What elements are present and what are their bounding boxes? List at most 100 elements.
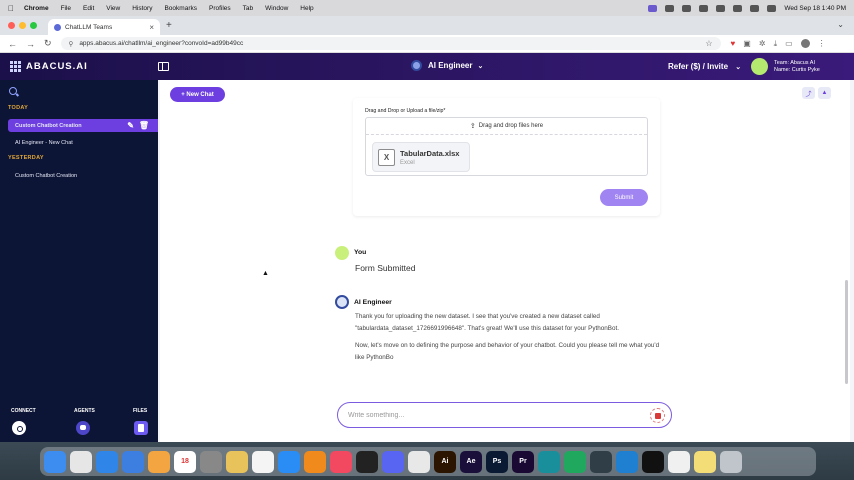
chrome-icon[interactable] bbox=[408, 450, 430, 473]
trash-icon[interactable]: 🗑 bbox=[139, 121, 149, 130]
search-icon[interactable] bbox=[9, 87, 17, 95]
heart-extension-icon[interactable]: ♥ bbox=[731, 39, 736, 48]
url-text[interactable]: apps.abacus.ai/chatllm/ai_engineer?convo… bbox=[79, 40, 243, 47]
finder-icon[interactable] bbox=[44, 450, 66, 473]
minimize-window-button[interactable] bbox=[19, 22, 26, 29]
calendar-icon[interactable]: 18 bbox=[174, 450, 196, 473]
connect-icon[interactable] bbox=[12, 421, 26, 435]
search-spotlight-icon[interactable] bbox=[750, 4, 760, 12]
photos-icon[interactable] bbox=[148, 450, 170, 473]
menu-file[interactable]: File bbox=[61, 5, 71, 12]
play-icon[interactable] bbox=[682, 4, 692, 12]
team-info[interactable]: Team: Abacus AI Name: Curtis Pyke bbox=[774, 60, 820, 74]
back-icon[interactable]: ← bbox=[8, 39, 17, 49]
pencil-icon[interactable]: ✎ bbox=[127, 121, 134, 130]
files-label: FILES bbox=[133, 408, 148, 414]
photoshop-icon[interactable]: Ps bbox=[486, 450, 508, 473]
app-store-icon[interactable] bbox=[278, 450, 300, 473]
address-bar[interactable]: ⚲ apps.abacus.ai/chatllm/ai_engineer?con… bbox=[60, 37, 721, 50]
sidebar-item-ai-engineer-new-chat[interactable]: AI Engineer - New Chat bbox=[8, 136, 158, 149]
macos-menubar:  Chrome File Edit View History Bookmark… bbox=[0, 0, 854, 16]
menu-window[interactable]: Window bbox=[265, 5, 288, 12]
reload-icon[interactable]: ↻ bbox=[44, 38, 52, 49]
abacus-logo[interactable]: ABACUS.AI bbox=[10, 61, 88, 72]
message-input[interactable] bbox=[348, 411, 628, 419]
menu-view[interactable]: View bbox=[106, 5, 120, 12]
menu-chrome[interactable]: Chrome bbox=[24, 5, 49, 12]
reminders-icon[interactable] bbox=[252, 450, 274, 473]
agent-selector[interactable]: AI Engineer ⌄ bbox=[411, 60, 483, 71]
after-effects-icon[interactable]: Ae bbox=[460, 450, 482, 473]
vlc-icon[interactable] bbox=[304, 450, 326, 473]
extension-badge-icon[interactable]: ▣ bbox=[743, 39, 751, 48]
chat-actions: ⤴ ▲ bbox=[802, 87, 831, 99]
menubar-clock[interactable]: Wed Sep 18 1:40 PM bbox=[784, 5, 846, 12]
profile-avatar-icon[interactable] bbox=[800, 39, 810, 48]
agent-name: AI Engineer bbox=[428, 61, 473, 70]
menu-history[interactable]: History bbox=[132, 5, 152, 12]
agents-chat-icon[interactable] bbox=[76, 421, 90, 435]
edge-icon[interactable] bbox=[538, 450, 560, 473]
capcut-icon[interactable] bbox=[642, 450, 664, 473]
refer-invite-menu[interactable]: Refer ($) / Invite ⌄ bbox=[668, 62, 741, 71]
circle-app-icon[interactable] bbox=[590, 450, 612, 473]
notes-yellow-icon[interactable] bbox=[694, 450, 716, 473]
menu-tab[interactable]: Tab bbox=[243, 5, 253, 12]
messages-app-icon[interactable] bbox=[564, 450, 586, 473]
message-composer[interactable] bbox=[337, 402, 672, 428]
bluetooth-icon[interactable] bbox=[699, 4, 709, 12]
extension-icon[interactable] bbox=[665, 4, 675, 12]
files-icon[interactable] bbox=[134, 421, 148, 435]
wifi-icon[interactable] bbox=[733, 4, 743, 12]
sidebar-item-label: Custom Chatbot Creation bbox=[15, 172, 78, 179]
new-chat-button[interactable]: + New Chat bbox=[170, 87, 225, 102]
share-icon[interactable]: ⤴ bbox=[802, 87, 815, 99]
uploaded-file-chip[interactable]: X TabularData.xlsx Excel bbox=[372, 142, 470, 172]
tab-search-chevron-icon[interactable]: ⌄ bbox=[837, 20, 844, 29]
more-menu-icon[interactable]: ⋮ bbox=[818, 39, 826, 48]
apple-menu-icon[interactable]:  bbox=[8, 4, 14, 13]
submit-button[interactable]: Submit bbox=[600, 189, 648, 206]
sidebar-item-custom-chatbot-creation[interactable]: Custom Chatbot Creation ✎ 🗑 bbox=[8, 119, 158, 132]
trash-icon[interactable] bbox=[720, 450, 742, 473]
menu-profiles[interactable]: Profiles bbox=[209, 5, 231, 12]
menu-help[interactable]: Help bbox=[300, 5, 313, 12]
puzzle-extensions-icon[interactable]: ✲ bbox=[759, 39, 766, 48]
site-info-icon[interactable]: ⚲ bbox=[69, 40, 74, 48]
menu-bookmarks[interactable]: Bookmarks bbox=[164, 5, 197, 12]
illustrator-icon[interactable]: Ai bbox=[434, 450, 456, 473]
safari-icon[interactable] bbox=[96, 450, 118, 473]
chat-scrollbar[interactable] bbox=[845, 280, 848, 384]
browser-tab-active[interactable]: ChatLLM Teams × bbox=[48, 19, 160, 35]
sidebar-toggle-icon[interactable] bbox=[158, 62, 169, 71]
screen-record-icon[interactable] bbox=[648, 4, 658, 12]
system-settings-icon[interactable] bbox=[200, 450, 222, 473]
new-tab-icon[interactable]: + bbox=[166, 20, 172, 31]
forward-icon[interactable]: → bbox=[26, 39, 35, 49]
user-avatar[interactable] bbox=[751, 58, 768, 75]
notes-icon[interactable] bbox=[226, 450, 248, 473]
close-tab-icon[interactable]: × bbox=[149, 23, 154, 32]
chatgpt-icon[interactable] bbox=[356, 450, 378, 473]
user-name: Name: Curtis Pyke bbox=[774, 67, 820, 73]
download-icon[interactable]: ⤓ bbox=[774, 39, 778, 49]
file-dropzone[interactable]: ⇪ Drag and drop files here X TabularData… bbox=[365, 117, 648, 176]
stop-generation-button[interactable] bbox=[650, 408, 665, 423]
sidebar-item-custom-chatbot-creation-yesterday[interactable]: Custom Chatbot Creation bbox=[8, 169, 158, 182]
split-view-icon[interactable]: ▭ bbox=[785, 39, 793, 48]
premiere-icon[interactable]: Pr bbox=[512, 450, 534, 473]
control-center-icon[interactable] bbox=[767, 4, 777, 12]
menu-edit[interactable]: Edit bbox=[83, 5, 94, 12]
zoom-window-button[interactable] bbox=[30, 22, 37, 29]
textedit-icon[interactable] bbox=[668, 450, 690, 473]
vscode-icon[interactable] bbox=[616, 450, 638, 473]
launchpad-icon[interactable] bbox=[70, 450, 92, 473]
dropzone-header[interactable]: ⇪ Drag and drop files here bbox=[366, 118, 647, 135]
music-icon[interactable] bbox=[330, 450, 352, 473]
pin-icon[interactable]: ▲ bbox=[818, 87, 831, 99]
bookmark-star-icon[interactable]: ☆ bbox=[705, 39, 712, 48]
close-window-button[interactable] bbox=[8, 22, 15, 29]
battery-icon[interactable] bbox=[716, 4, 726, 12]
discord-icon[interactable] bbox=[382, 450, 404, 473]
mail-icon[interactable] bbox=[122, 450, 144, 473]
